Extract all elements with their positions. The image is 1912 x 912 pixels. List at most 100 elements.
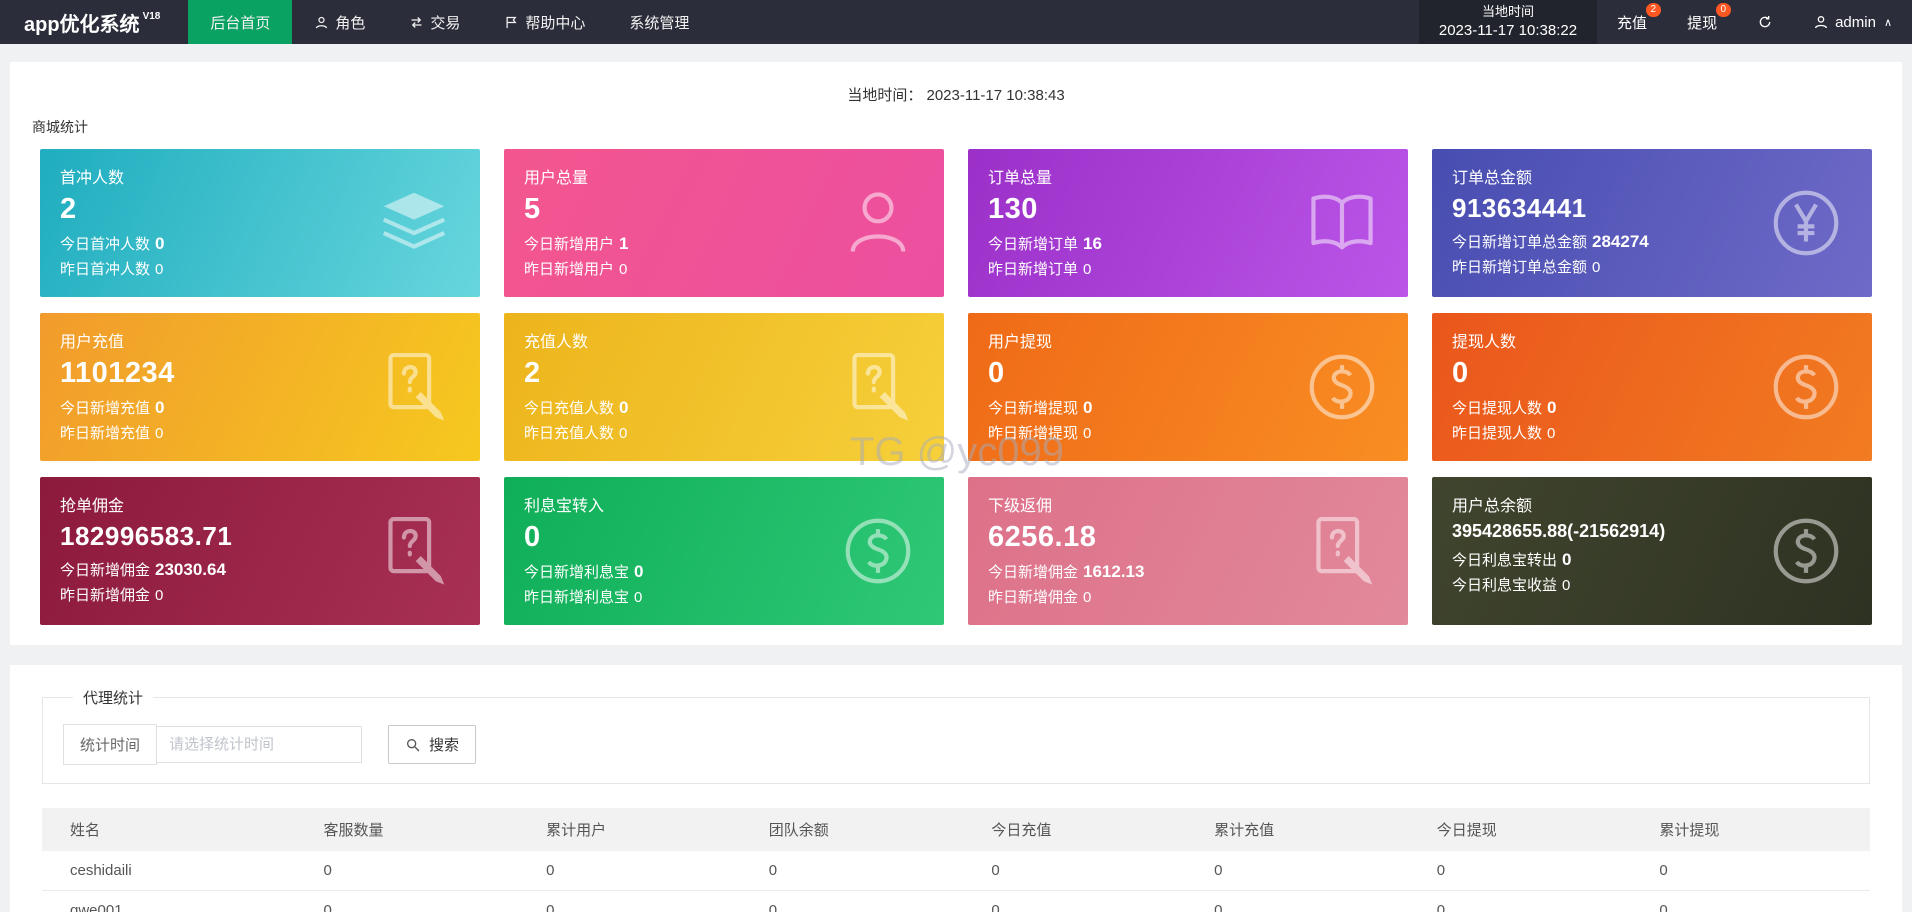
agent-table: 姓名 客服数量 累计用户 团队余额 今日充值 累计充值 今日提现 累计提现 ce… — [42, 808, 1870, 912]
stat-line-label: 今日首冲人数 — [60, 236, 151, 253]
stat-line-label: 昨日新增利息宝 — [524, 589, 630, 606]
app-version: V18 — [142, 10, 161, 22]
stat-line-value: 0 — [155, 398, 165, 417]
recharge-label: 充值 — [1617, 14, 1648, 32]
stat-line-value: 0 — [619, 261, 628, 278]
nav-item-label: 系统管理 — [629, 14, 690, 32]
stat-line-label: 今日新增佣金 — [60, 562, 151, 579]
stat-line-label: 昨日新增充值 — [60, 425, 151, 442]
stat-line-label: 昨日新增订单总金额 — [1452, 259, 1588, 276]
stat-card-total-order-amount: 订单总金额 913634441 今日新增订单总金额 284274 昨日新增订单总金… — [1432, 149, 1872, 297]
doc-edit-icon — [372, 345, 456, 429]
stat-line-label: 今日新增订单总金额 — [1452, 234, 1588, 251]
nav-item-label: 帮助中心 — [525, 14, 586, 32]
stat-line-value: 0 — [1562, 577, 1571, 594]
stat-line-label: 今日新增订单 — [988, 236, 1079, 253]
stat-line-label: 昨日新增佣金 — [60, 587, 151, 604]
withdraw-button[interactable]: 提现 0 — [1667, 0, 1737, 44]
cell: 0 — [534, 890, 757, 912]
stat-time-input[interactable] — [157, 726, 363, 763]
stat-line-value: 0 — [1562, 550, 1572, 569]
recharge-button[interactable]: 充值 2 — [1597, 0, 1667, 44]
stat-line-value: 284274 — [1592, 232, 1649, 251]
nav-item-roles[interactable]: 角色 — [292, 0, 387, 44]
dollar-circle-icon — [1300, 345, 1384, 429]
username: admin — [1835, 13, 1876, 31]
app-logo: app优化系统 V18 — [0, 0, 188, 44]
stat-line-value: 1 — [619, 234, 629, 253]
nav-item-label: 角色 — [335, 14, 366, 32]
chevron-up-icon: ∧ — [1883, 16, 1892, 29]
stat-card-order-commission: 抢单佣金 182996583.71 今日新增佣金 23030.64 昨日新增佣金 0 — [40, 477, 480, 625]
stat-line-value: 0 — [155, 425, 164, 442]
top-navbar: app优化系统 V18 后台首页 角色 交易 帮助中心 系统管理 当地时间 202… — [0, 0, 1912, 44]
agent-filter-row: 统计时间 搜索 — [63, 724, 1849, 765]
refresh-button[interactable] — [1737, 0, 1793, 44]
stat-line-label: 今日提现人数 — [1452, 400, 1543, 417]
section-title: 商城统计 — [32, 119, 88, 135]
stat-line-value: 0 — [619, 425, 628, 442]
stat-line-value: 0 — [1083, 589, 1092, 606]
nav-item-trade[interactable]: 交易 — [387, 0, 482, 44]
cell: 0 — [534, 851, 757, 891]
cell: 0 — [1647, 851, 1870, 891]
search-icon — [407, 738, 420, 751]
nav-item-dashboard[interactable]: 后台首页 — [188, 0, 293, 44]
col-header-team-balance: 团队余额 — [756, 808, 980, 851]
stat-line-label: 昨日首冲人数 — [60, 261, 151, 278]
search-button-label: 搜索 — [429, 737, 460, 754]
stat-line-label: 昨日充值人数 — [524, 425, 615, 442]
dollar-circle-icon — [1764, 345, 1848, 429]
stat-card-first-recharge-users: 首冲人数 2 今日首冲人数 0 昨日首冲人数 0 — [40, 149, 480, 297]
refresh-icon — [1759, 16, 1771, 28]
person-icon — [316, 16, 328, 28]
col-header-total-recharge: 累计充值 — [1202, 808, 1425, 851]
doc-edit-icon — [1300, 509, 1384, 593]
stat-cards-grid: 首冲人数 2 今日首冲人数 0 昨日首冲人数 0 用户总量 5 今日新增用户 1 昨日… — [40, 149, 1872, 625]
stat-line-label: 昨日新增订单 — [988, 261, 1079, 278]
stat-line-label: 今日充值人数 — [524, 400, 615, 417]
app-title: app优化系统 — [24, 13, 140, 36]
nav-item-label: 后台首页 — [210, 14, 271, 32]
user-menu[interactable]: admin ∧ — [1793, 0, 1912, 44]
col-header-today-recharge: 今日充值 — [979, 808, 1203, 851]
local-time-line-value: 2023-11-17 10:38:43 — [926, 87, 1065, 104]
stat-line-value: 0 — [1083, 398, 1093, 417]
stat-card-total-users: 用户总量 5 今日新增用户 1 昨日新增用户 0 — [504, 149, 944, 297]
stat-line-value: 0 — [155, 261, 164, 278]
book-icon — [1300, 181, 1384, 265]
cell: 0 — [311, 890, 535, 912]
local-time-line-label: 当地时间： — [847, 87, 923, 104]
yen-circle-icon — [1764, 181, 1848, 265]
stat-time-label: 统计时间 — [63, 724, 158, 765]
stat-line-label: 今日新增充值 — [60, 400, 151, 417]
nav-item-system[interactable]: 系统管理 — [607, 0, 711, 44]
col-header-service-count: 客服数量 — [311, 808, 535, 851]
nav-item-help-center[interactable]: 帮助中心 — [482, 0, 607, 44]
stat-card-recharge-users: 充值人数 2 今日充值人数 0 昨日充值人数 0 — [504, 313, 944, 461]
cell: 0 — [311, 851, 535, 891]
stat-line-label: 昨日新增提现 — [988, 425, 1079, 442]
stat-line-label: 今日新增用户 — [524, 236, 615, 253]
col-header-today-withdraw: 今日提现 — [1424, 808, 1648, 851]
search-button[interactable]: 搜索 — [388, 725, 477, 764]
stat-line-value: 0 — [155, 587, 164, 604]
stat-line-label: 今日新增提现 — [988, 400, 1079, 417]
cell: 0 — [979, 851, 1203, 891]
stat-line-value: 23030.64 — [155, 560, 226, 579]
doc-edit-icon — [372, 509, 456, 593]
cell-name: qwe001 — [42, 890, 312, 912]
stat-line-label: 昨日提现人数 — [1452, 425, 1543, 442]
stat-line-value: 0 — [634, 562, 644, 581]
agent-stats-fieldset: 代理统计 统计时间 搜索 — [42, 687, 1870, 784]
stat-line-value: 0 — [1547, 425, 1556, 442]
agent-stats-panel: 代理统计 统计时间 搜索 姓名 客服数量 累计用户 团队余额 今日充值 累计充值… — [10, 665, 1902, 912]
stat-line-label: 昨日新增佣金 — [988, 589, 1079, 606]
cell: 0 — [1647, 890, 1870, 912]
dollar-circle-icon — [836, 509, 920, 593]
stat-line-label: 今日新增利息宝 — [524, 564, 630, 581]
stat-card-withdraw-users: 提现人数 0 今日提现人数 0 昨日提现人数 0 — [1432, 313, 1872, 461]
col-header-total-users: 累计用户 — [534, 808, 757, 851]
local-time-label: 当地时间 — [1481, 4, 1534, 20]
local-time-block: 当地时间 2023-11-17 10:38:22 — [1418, 0, 1598, 44]
